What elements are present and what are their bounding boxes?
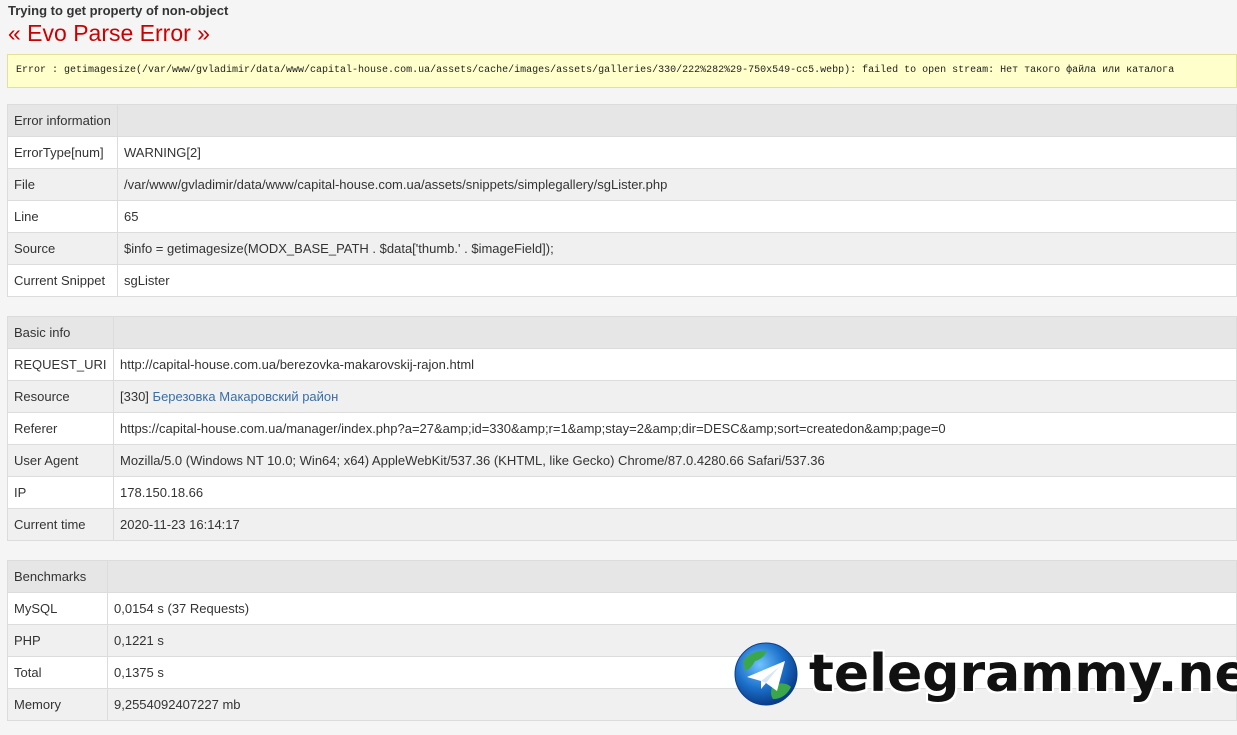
php-notice: Trying to get property of non-object — [8, 3, 229, 18]
table-header: Error information — [7, 104, 118, 137]
row-value: https://capital-house.com.ua/manager/ind… — [113, 412, 1237, 445]
resource-id: [330] — [120, 389, 149, 404]
row-value: 0,0154 s (37 Requests) — [107, 592, 1237, 625]
row-value: 65 — [117, 200, 1237, 233]
row-value: [330] Березовка Макаровский район — [113, 380, 1237, 413]
row-label: PHP — [7, 624, 108, 657]
row-value: sgLister — [117, 264, 1237, 297]
row-label: Resource — [7, 380, 114, 413]
row-label: Total — [7, 656, 108, 689]
row-label: MySQL — [7, 592, 108, 625]
table-row: Referer https://capital-house.com.ua/man… — [7, 412, 1237, 445]
error-information-table: Error information ErrorType[num] WARNING… — [7, 104, 1237, 297]
table-row: Resource [330] Березовка Макаровский рай… — [7, 380, 1237, 413]
table-row: User Agent Mozilla/5.0 (Windows NT 10.0;… — [7, 444, 1237, 477]
row-label: Current Snippet — [7, 264, 118, 297]
table-row: Current time 2020-11-23 16:14:17 — [7, 508, 1237, 541]
table-row: REQUEST_URI http://capital-house.com.ua/… — [7, 348, 1237, 381]
table-header-row: Error information — [7, 104, 1237, 137]
row-label: File — [7, 168, 118, 201]
table-row: Source $info = getimagesize(MODX_BASE_PA… — [7, 232, 1237, 265]
table-header-row: Basic info — [7, 316, 1237, 349]
page-title: « Evo Parse Error » — [8, 20, 210, 46]
table-row: IP 178.150.18.66 — [7, 476, 1237, 509]
basic-info-table: Basic info REQUEST_URI http://capital-ho… — [7, 316, 1237, 541]
table-row: File /var/www/gvladimir/data/www/capital… — [7, 168, 1237, 201]
error-page: Trying to get property of non-object « E… — [0, 0, 1237, 735]
row-label: User Agent — [7, 444, 114, 477]
table-header: Basic info — [7, 316, 114, 349]
row-value: Mozilla/5.0 (Windows NT 10.0; Win64; x64… — [113, 444, 1237, 477]
row-label: IP — [7, 476, 114, 509]
row-label: Line — [7, 200, 118, 233]
row-label: Referer — [7, 412, 114, 445]
table-header: Benchmarks — [7, 560, 108, 593]
table-row: Current Snippet sgLister — [7, 264, 1237, 297]
table-header-row: Benchmarks — [7, 560, 1237, 593]
row-value: 2020-11-23 16:14:17 — [113, 508, 1237, 541]
table-row: Line 65 — [7, 200, 1237, 233]
row-value: http://capital-house.com.ua/berezovka-ma… — [113, 348, 1237, 381]
row-value: $info = getimagesize(MODX_BASE_PATH . $d… — [117, 232, 1237, 265]
watermark: telegrammy.net — [733, 641, 1237, 707]
row-label: Source — [7, 232, 118, 265]
row-value: 178.150.18.66 — [113, 476, 1237, 509]
row-value: WARNING[2] — [117, 136, 1237, 169]
row-label: Memory — [7, 688, 108, 721]
error-message-box: Error : getimagesize(/var/www/gvladimir/… — [7, 54, 1237, 88]
watermark-text: telegrammy.net — [809, 644, 1237, 704]
resource-link[interactable]: Березовка Макаровский район — [153, 389, 339, 404]
row-value: /var/www/gvladimir/data/www/capital-hous… — [117, 168, 1237, 201]
telegram-globe-icon — [734, 642, 798, 706]
row-label: REQUEST_URI — [7, 348, 114, 381]
row-label: ErrorType[num] — [7, 136, 118, 169]
table-row: MySQL 0,0154 s (37 Requests) — [7, 592, 1237, 625]
table-row: ErrorType[num] WARNING[2] — [7, 136, 1237, 169]
row-label: Current time — [7, 508, 114, 541]
